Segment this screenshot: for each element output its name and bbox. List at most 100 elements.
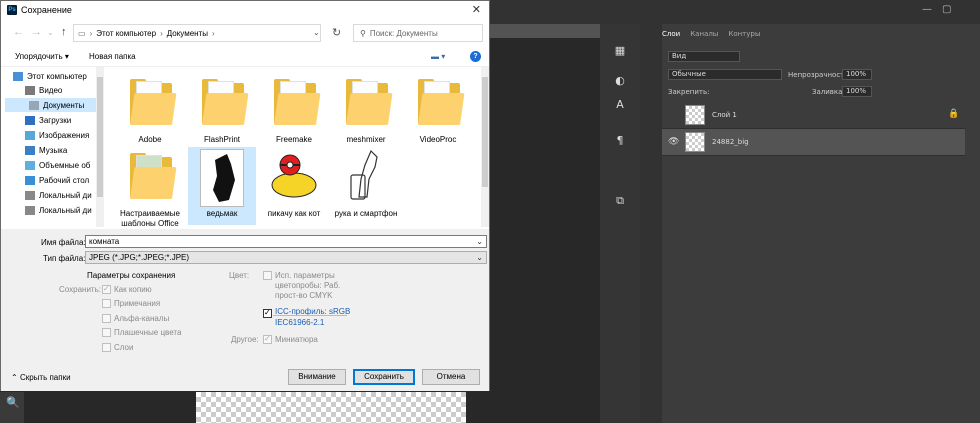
file-item-folder[interactable]: VideoProc <box>404 69 472 149</box>
desktop-icon <box>25 175 35 185</box>
filename-input[interactable]: комната ⌄ <box>85 235 487 248</box>
search-icon: ⚲ <box>360 28 366 38</box>
file-label: Настраиваемые шаблоны Office <box>119 209 180 227</box>
recent-chevron-icon[interactable]: ⌄ <box>47 28 54 37</box>
kind-filter-select[interactable]: Вид <box>668 51 740 62</box>
zoom-tool-icon[interactable]: 🔍 <box>6 396 20 409</box>
as-copy-checkbox[interactable]: ✓ <box>102 284 111 294</box>
save-button[interactable]: Сохранить <box>353 369 415 385</box>
file-item-image[interactable]: пикачу как кот <box>260 147 328 227</box>
breadcrumb-separator: › <box>160 28 163 38</box>
drive-icon <box>25 205 35 215</box>
layer-thumbnail <box>685 132 705 152</box>
proof-setup-checkbox[interactable] <box>263 271 272 280</box>
download-icon <box>25 115 35 125</box>
lock-label: Закрепить: <box>668 88 710 96</box>
close-icon[interactable]: ✕ <box>472 3 481 16</box>
sidebar-item-computer[interactable]: Этот компьютер <box>13 69 101 83</box>
sidebar-item-drive[interactable]: Локальный ди <box>25 188 101 202</box>
breadcrumb-separator: › <box>89 28 93 38</box>
file-item-folder[interactable]: Adobe <box>116 69 184 149</box>
file-item-folder[interactable]: meshmixer <box>332 69 400 149</box>
brush-tool-icon[interactable]: ▦ <box>607 44 633 62</box>
file-item-folder[interactable]: Настраиваемые шаблоны Office <box>116 149 184 227</box>
file-label: meshmixer <box>346 135 386 144</box>
file-label: VideoProc <box>419 135 457 144</box>
forward-icon[interactable]: → <box>31 26 42 38</box>
spot-colors-checkbox[interactable] <box>102 328 111 337</box>
navigation-pane: Этот компьютер Видео Документы Загрузки … <box>1 67 101 227</box>
warning-button[interactable]: Внимание <box>288 369 346 385</box>
view-options-icon[interactable]: ▬ ▾ <box>431 52 445 61</box>
photoshop-options-bar: — ▢ <box>490 0 980 24</box>
file-list-scrollbar[interactable] <box>481 67 489 227</box>
address-bar[interactable]: ▭ › Этот компьютер › Документы › <box>73 24 321 42</box>
filetype-label: Тип файла: <box>43 254 86 263</box>
opacity-input[interactable]: 100% <box>842 69 872 80</box>
folder-path-icon: ▭ <box>78 28 86 38</box>
tab-layers[interactable]: Слои <box>662 30 680 44</box>
hide-folders-button[interactable]: ⌃ Скрыть папки <box>11 373 71 382</box>
tab-channels[interactable]: Каналы <box>690 30 718 44</box>
documents-icon <box>29 100 39 110</box>
blend-mode-select[interactable]: Обычные <box>668 69 782 80</box>
fill-input[interactable]: 100% <box>842 86 872 97</box>
file-label: рука и смартфон <box>334 209 398 218</box>
eye-icon[interactable]: 👁 <box>668 137 679 147</box>
sidebar-item-desktop[interactable]: Рабочий стол <box>25 173 101 187</box>
layer-row[interactable]: 👁 24882_big <box>662 129 965 156</box>
adjust-panel-icon[interactable]: ◐ <box>607 74 633 92</box>
layers-checkbox[interactable] <box>102 343 111 352</box>
layer-row[interactable]: Слой 1 🔒 <box>662 102 965 129</box>
properties-panel-icon[interactable]: ⧉ <box>607 194 633 212</box>
image-thumbnail <box>200 149 244 207</box>
file-item-image[interactable]: рука и смартфон <box>332 147 400 227</box>
breadcrumb-separator: › <box>211 28 215 38</box>
alpha-channels-checkbox[interactable] <box>102 314 111 323</box>
file-item-folder[interactable]: Freemake <box>260 69 328 149</box>
up-icon[interactable]: ↑ <box>61 26 67 38</box>
sidebar-item-3d-objects[interactable]: Объемные об <box>25 158 101 172</box>
search-input[interactable]: ⚲ Поиск: Документы <box>353 24 483 42</box>
chevron-down-icon: ⌄ <box>476 237 483 246</box>
new-folder-button[interactable]: Новая папка <box>89 52 136 61</box>
cancel-button[interactable]: Отмена <box>422 369 480 385</box>
sidebar-item-pictures[interactable]: Изображения <box>25 128 101 142</box>
chevron-up-icon: ⌃ <box>11 373 20 382</box>
paragraph-panel-icon[interactable]: ¶ <box>607 134 633 152</box>
address-dropdown-icon[interactable]: ⌄ <box>313 28 320 37</box>
layers-label: Слои <box>114 343 134 352</box>
maximize-icon[interactable]: ▢ <box>942 4 951 15</box>
file-item-image[interactable]: ведьмак <box>188 147 256 225</box>
sidebar-item-drive[interactable]: Локальный ди <box>25 203 101 217</box>
help-icon[interactable]: ? <box>470 51 481 62</box>
file-label: ведьмак <box>206 209 238 218</box>
tab-paths[interactable]: Контуры <box>728 30 760 44</box>
back-icon[interactable]: ← <box>13 26 24 38</box>
as-copy-label: Как копию <box>114 285 152 294</box>
minimize-icon[interactable]: — <box>922 4 932 15</box>
folder-icon <box>202 79 249 125</box>
icc-profile-checkbox[interactable]: ✓ <box>263 308 272 318</box>
file-item-folder[interactable]: FlashPrint <box>188 69 256 149</box>
sidebar-item-music[interactable]: Музыка <box>25 143 101 157</box>
refresh-icon[interactable]: ↻ <box>332 26 341 39</box>
scrollbar-thumb[interactable] <box>97 77 103 197</box>
document-tab[interactable] <box>490 24 600 38</box>
breadcrumb-documents[interactable]: Документы <box>167 29 208 38</box>
filetype-select[interactable]: JPEG (*.JPG;*.JPEG;*.JPE) ⌄ <box>85 251 487 264</box>
organize-button[interactable]: Упорядочить ▾ <box>15 52 69 61</box>
thumbnail-checkbox[interactable]: ✓ <box>263 334 272 344</box>
sidebar-item-documents[interactable]: Документы <box>5 98 99 112</box>
filename-label: Имя файла: <box>41 238 86 247</box>
sidebar-item-video[interactable]: Видео <box>25 83 101 97</box>
folder-icon <box>346 79 393 125</box>
transparent-canvas <box>196 392 466 423</box>
scrollbar-thumb[interactable] <box>482 77 488 187</box>
character-panel-icon[interactable]: A <box>607 98 633 116</box>
sidebar-scrollbar[interactable] <box>96 67 104 227</box>
image-thumbnail <box>341 149 391 205</box>
sidebar-item-downloads[interactable]: Загрузки <box>25 113 101 127</box>
breadcrumb-computer[interactable]: Этот компьютер <box>96 29 156 38</box>
notes-checkbox[interactable] <box>102 299 111 308</box>
